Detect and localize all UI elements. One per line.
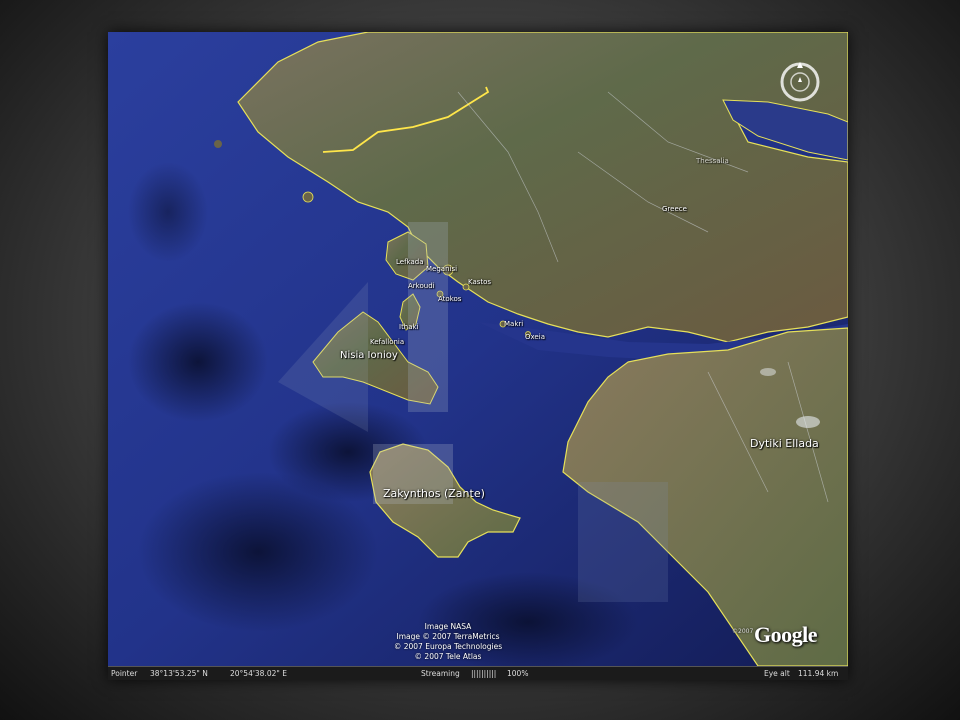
attribution-line: © 2007 Tele Atlas <box>414 652 482 661</box>
google-logo: Google <box>754 622 818 647</box>
label-atokos: Atokos <box>438 295 462 303</box>
label-zakynthos: Zakynthos (Zante) <box>383 487 485 500</box>
label-ithaki: Ithaki <box>399 323 419 331</box>
label-nisia-ionioy: Nisia Ionioy <box>340 350 398 361</box>
status-bar: Pointer 38°13'53.25" N 20°54'38.02" E St… <box>108 666 848 680</box>
map-viewer[interactable]: Lefkada Meganisi Arkoudi Kastos Atokos I… <box>108 32 848 680</box>
streaming-progress: |||||||||| <box>471 669 497 678</box>
label-oxeia: Oxeia <box>525 333 545 341</box>
navigation-compass-icon[interactable] <box>778 60 822 104</box>
label-kastos: Kastos <box>468 278 492 286</box>
streaming-label: Streaming <box>421 669 460 678</box>
pointer-longitude: 20°54'38.02" E <box>230 669 287 678</box>
label-dytiki-ellada: Dytiki Ellada <box>750 437 819 450</box>
streaming-percent: 100% <box>507 669 529 678</box>
attribution-line: Image © 2007 TerraMetrics <box>396 632 500 641</box>
label-thessalia: Thessalia <box>696 157 729 165</box>
eye-alt-value: 111.94 km <box>798 669 839 678</box>
attribution-line: Image NASA <box>424 622 472 631</box>
label-arkoudi: Arkoudi <box>408 282 435 290</box>
pointer-latitude: 38°13'53.25" N <box>150 669 208 678</box>
eye-alt-label: Eye alt <box>764 669 790 678</box>
label-lefkada: Lefkada <box>396 258 424 266</box>
imagery-attribution: Image NASA Image © 2007 TerraMetrics © 2… <box>368 622 528 662</box>
label-greece: Greece <box>662 205 687 213</box>
label-meganisi: Meganisi <box>426 265 458 273</box>
attribution-line: © 2007 Europa Technologies <box>393 642 503 651</box>
pointer-label: Pointer <box>111 669 138 678</box>
label-makri: Makri <box>504 320 524 328</box>
label-kefallonia: Kefallonia <box>370 338 405 346</box>
logo-copyright: ©2007 <box>732 628 754 635</box>
satellite-map[interactable] <box>108 32 848 666</box>
